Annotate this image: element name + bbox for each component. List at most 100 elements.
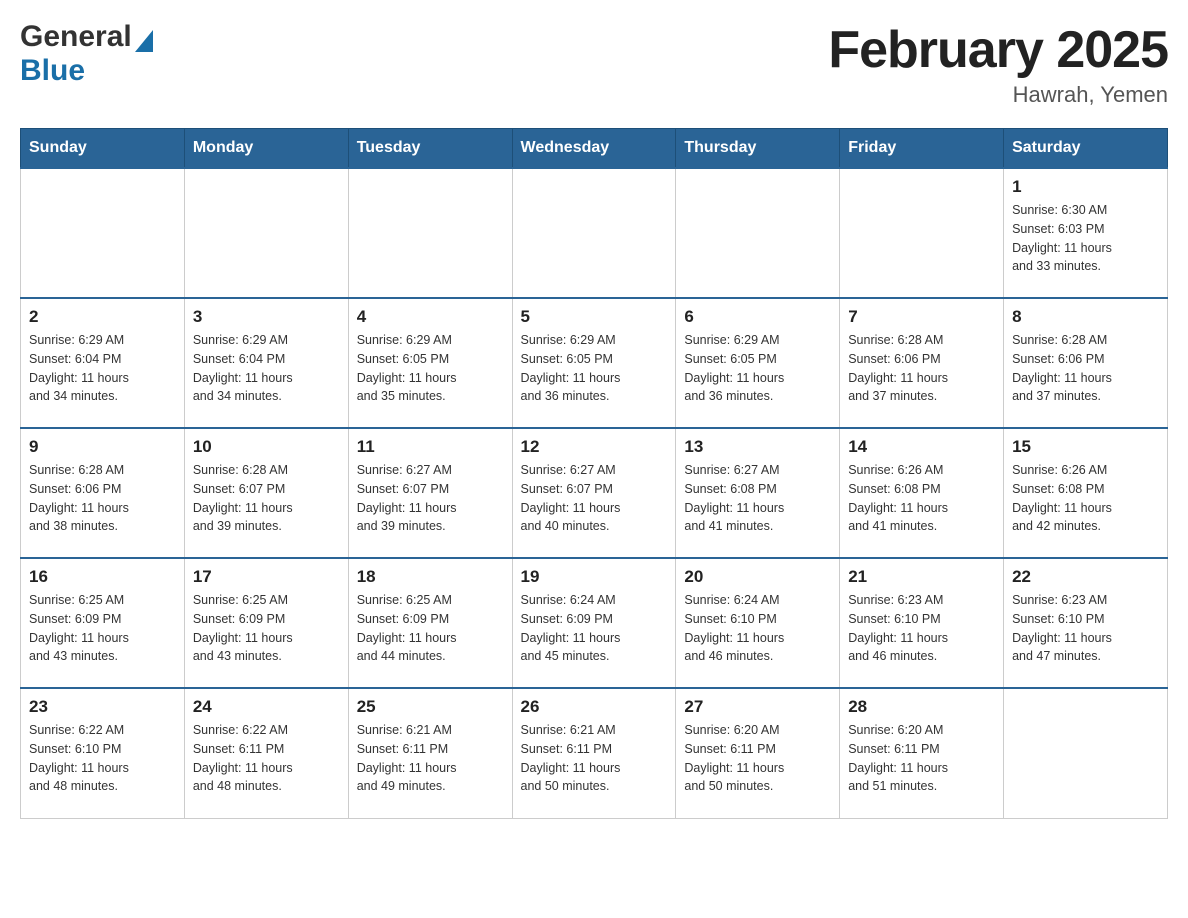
calendar-cell: 20Sunrise: 6:24 AMSunset: 6:10 PMDayligh… <box>676 558 840 688</box>
calendar-cell: 24 Sunrise: 6:22 AMSunset: 6:11 PMDayligh… <box>184 688 348 818</box>
weekday-header-monday: Monday <box>184 129 348 169</box>
day-number: 17 <box>193 567 340 587</box>
day-number: 7 <box>848 307 995 327</box>
day-info: Sunrise: 6:27 AMSunset: 6:07 PMDaylight:… <box>357 461 504 536</box>
day-info: Sunrise: 6:29 AMSunset: 6:05 PMDaylight:… <box>684 331 831 406</box>
day-number: 11 <box>357 437 504 457</box>
day-number: 16 <box>29 567 176 587</box>
calendar-cell: 14 Sunrise: 6:26 AMSunset: 6:08 PMDayligh… <box>840 428 1004 558</box>
day-info: Sunrise: 6:29 AMSunset: 6:04 PMDaylight:… <box>29 331 176 406</box>
day-info: Sunrise: 6:20 AMSunset: 6:11 PMDaylight:… <box>848 721 995 796</box>
day-number: 3 <box>193 307 340 327</box>
day-info: Sunrise: 6:24 AMSunset: 6:09 PMDaylight:… <box>521 591 668 666</box>
logo-triangle-icon <box>135 30 153 52</box>
day-info: Sunrise: 6:27 AMSunset: 6:08 PMDaylight:… <box>684 461 831 536</box>
day-number: 18 <box>357 567 504 587</box>
weekday-header-thursday: Thursday <box>676 129 840 169</box>
day-number: 2 <box>29 307 176 327</box>
calendar-cell: 19Sunrise: 6:24 AMSunset: 6:09 PMDayligh… <box>512 558 676 688</box>
week-row-5: 23 Sunrise: 6:22 AMSunset: 6:10 PMDayligh… <box>21 688 1168 818</box>
day-number: 14 <box>848 437 995 457</box>
weekday-header-saturday: Saturday <box>1004 129 1168 169</box>
calendar-cell <box>1004 688 1168 818</box>
calendar-cell: 26 Sunrise: 6:21 AMSunset: 6:11 PMDayligh… <box>512 688 676 818</box>
calendar-cell: 17 Sunrise: 6:25 AMSunset: 6:09 PMDayligh… <box>184 558 348 688</box>
calendar-cell: 13 Sunrise: 6:27 AMSunset: 6:08 PMDayligh… <box>676 428 840 558</box>
day-info: Sunrise: 6:22 AMSunset: 6:10 PMDaylight:… <box>29 721 176 796</box>
calendar-cell: 15 Sunrise: 6:26 AMSunset: 6:08 PMDayligh… <box>1004 428 1168 558</box>
calendar-cell: 23 Sunrise: 6:22 AMSunset: 6:10 PMDayligh… <box>21 688 185 818</box>
day-info: Sunrise: 6:22 AMSunset: 6:11 PMDaylight:… <box>193 721 340 796</box>
calendar-cell: 27 Sunrise: 6:20 AMSunset: 6:11 PMDayligh… <box>676 688 840 818</box>
day-info: Sunrise: 6:23 AMSunset: 6:10 PMDaylight:… <box>1012 591 1159 666</box>
week-row-2: 2 Sunrise: 6:29 AMSunset: 6:04 PMDaylight… <box>21 298 1168 428</box>
day-number: 21 <box>848 567 995 587</box>
day-info: Sunrise: 6:26 AMSunset: 6:08 PMDaylight:… <box>1012 461 1159 536</box>
month-title: February 2025 <box>828 20 1168 80</box>
day-info: Sunrise: 6:28 AMSunset: 6:06 PMDaylight:… <box>29 461 176 536</box>
weekday-header-friday: Friday <box>840 129 1004 169</box>
calendar-cell: 16 Sunrise: 6:25 AMSunset: 6:09 PMDayligh… <box>21 558 185 688</box>
day-info: Sunrise: 6:28 AMSunset: 6:06 PMDaylight:… <box>848 331 995 406</box>
day-number: 10 <box>193 437 340 457</box>
day-info: Sunrise: 6:29 AMSunset: 6:05 PMDaylight:… <box>357 331 504 406</box>
day-number: 13 <box>684 437 831 457</box>
day-number: 26 <box>521 697 668 717</box>
day-info: Sunrise: 6:29 AMSunset: 6:05 PMDaylight:… <box>521 331 668 406</box>
day-info: Sunrise: 6:25 AMSunset: 6:09 PMDaylight:… <box>29 591 176 666</box>
day-info: Sunrise: 6:27 AMSunset: 6:07 PMDaylight:… <box>521 461 668 536</box>
calendar-cell <box>348 168 512 298</box>
title-block: February 2025 Hawrah, Yemen <box>828 20 1168 108</box>
day-number: 9 <box>29 437 176 457</box>
calendar-cell: 11 Sunrise: 6:27 AMSunset: 6:07 PMDayligh… <box>348 428 512 558</box>
week-row-3: 9 Sunrise: 6:28 AMSunset: 6:06 PMDaylight… <box>21 428 1168 558</box>
logo: General Blue <box>20 20 153 88</box>
calendar-cell: 21Sunrise: 6:23 AMSunset: 6:10 PMDayligh… <box>840 558 1004 688</box>
calendar-cell: 4Sunrise: 6:29 AMSunset: 6:05 PMDaylight… <box>348 298 512 428</box>
day-info: Sunrise: 6:26 AMSunset: 6:08 PMDaylight:… <box>848 461 995 536</box>
calendar-cell: 28 Sunrise: 6:20 AMSunset: 6:11 PMDayligh… <box>840 688 1004 818</box>
calendar-cell: 5Sunrise: 6:29 AMSunset: 6:05 PMDaylight… <box>512 298 676 428</box>
calendar-cell <box>676 168 840 298</box>
page-header: General Blue February 2025 Hawrah, Yemen <box>20 20 1168 108</box>
calendar-cell: 18 Sunrise: 6:25 AMSunset: 6:09 PMDayligh… <box>348 558 512 688</box>
calendar-cell: 6Sunrise: 6:29 AMSunset: 6:05 PMDaylight… <box>676 298 840 428</box>
week-row-4: 16 Sunrise: 6:25 AMSunset: 6:09 PMDayligh… <box>21 558 1168 688</box>
day-info: Sunrise: 6:28 AMSunset: 6:07 PMDaylight:… <box>193 461 340 536</box>
calendar-cell <box>512 168 676 298</box>
calendar-cell: 3 Sunrise: 6:29 AMSunset: 6:04 PMDaylight… <box>184 298 348 428</box>
calendar-cell: 12 Sunrise: 6:27 AMSunset: 6:07 PMDayligh… <box>512 428 676 558</box>
logo-general-text: General <box>20 20 132 54</box>
calendar-cell: 9 Sunrise: 6:28 AMSunset: 6:06 PMDaylight… <box>21 428 185 558</box>
day-info: Sunrise: 6:29 AMSunset: 6:04 PMDaylight:… <box>193 331 340 406</box>
calendar-cell: 10 Sunrise: 6:28 AMSunset: 6:07 PMDayligh… <box>184 428 348 558</box>
day-info: Sunrise: 6:28 AMSunset: 6:06 PMDaylight:… <box>1012 331 1159 406</box>
week-row-1: 1Sunrise: 6:30 AMSunset: 6:03 PMDaylight… <box>21 168 1168 298</box>
day-number: 28 <box>848 697 995 717</box>
location-title: Hawrah, Yemen <box>828 82 1168 108</box>
weekday-header-tuesday: Tuesday <box>348 129 512 169</box>
day-number: 8 <box>1012 307 1159 327</box>
calendar-cell: 1Sunrise: 6:30 AMSunset: 6:03 PMDaylight… <box>1004 168 1168 298</box>
weekday-header-wednesday: Wednesday <box>512 129 676 169</box>
calendar-cell: 25Sunrise: 6:21 AMSunset: 6:11 PMDayligh… <box>348 688 512 818</box>
calendar-cell: 7 Sunrise: 6:28 AMSunset: 6:06 PMDaylight… <box>840 298 1004 428</box>
logo-blue-text: Blue <box>20 54 85 87</box>
weekday-header-sunday: Sunday <box>21 129 185 169</box>
day-number: 1 <box>1012 177 1159 197</box>
day-info: Sunrise: 6:21 AMSunset: 6:11 PMDaylight:… <box>521 721 668 796</box>
calendar-cell <box>184 168 348 298</box>
day-info: Sunrise: 6:20 AMSunset: 6:11 PMDaylight:… <box>684 721 831 796</box>
day-number: 22 <box>1012 567 1159 587</box>
day-info: Sunrise: 6:25 AMSunset: 6:09 PMDaylight:… <box>193 591 340 666</box>
day-number: 15 <box>1012 437 1159 457</box>
day-info: Sunrise: 6:24 AMSunset: 6:10 PMDaylight:… <box>684 591 831 666</box>
weekday-header-row: SundayMondayTuesdayWednesdayThursdayFrid… <box>21 129 1168 169</box>
calendar-cell <box>840 168 1004 298</box>
day-number: 12 <box>521 437 668 457</box>
day-number: 23 <box>29 697 176 717</box>
day-info: Sunrise: 6:25 AMSunset: 6:09 PMDaylight:… <box>357 591 504 666</box>
day-number: 27 <box>684 697 831 717</box>
calendar-cell <box>21 168 185 298</box>
day-number: 24 <box>193 697 340 717</box>
